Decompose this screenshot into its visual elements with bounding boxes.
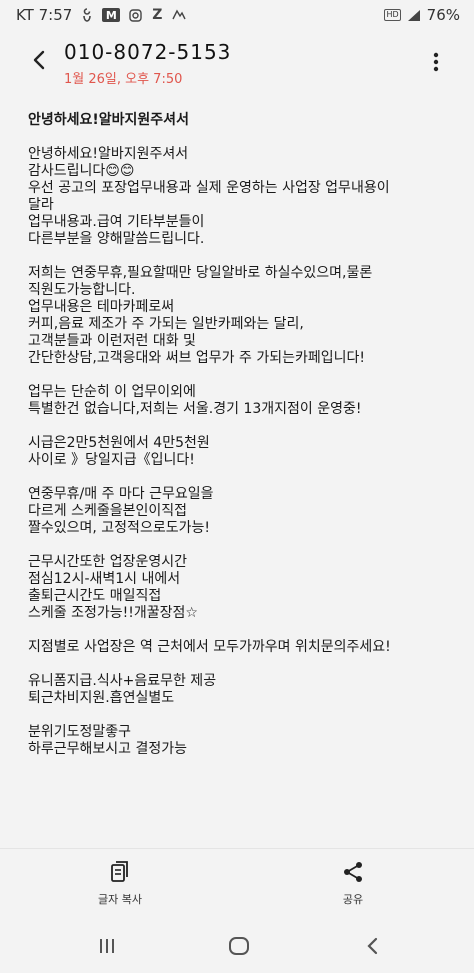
message-line: 출퇴근시간도 매일직접 [28,588,162,604]
back-button[interactable] [26,46,54,74]
message-line: 특별한건 없습니다,저희는 서울.경기 13개지점이 운영중! [28,401,362,417]
share-icon [344,862,362,882]
message-line: 다르게 스케줄을본인이직접 [28,503,188,519]
message-line [28,537,448,554]
message-date: 1월 26일, 오후 7:50 [64,72,183,87]
message-line: 스케줄 조정가능!!개꿀장점☆ [28,605,198,621]
instagram-icon [128,8,142,22]
mail-m-icon: M [102,8,121,22]
message-line: 간단한상담,고객응대와 써브 업무가 주 가되는카페입니다! [28,350,365,366]
battery-percent: 76% [426,6,460,24]
message-line: 커피,음료 제조가 주 가되는 일반카페와는 달리, [28,316,304,332]
message-line: 점심12시-새벽1시 내에서 [28,571,181,587]
message-line: 하루근무해보시고 결정가능 [28,741,188,757]
message-body: 안녕하세요!알바지원주셔서 안녕하세요!알바지원주셔서 감사드립니다😊😊 우선 공고… [28,112,448,758]
message-line: 업무내용과.급여 기타부분들이 [28,214,205,230]
status-right: HD 76% [384,6,460,24]
message-line: 근무시간또한 업장운영시간 [28,554,188,570]
message-line: 짤수있으며, 고정적으로도가능! [28,520,210,536]
message-line: 다른부분을 양해말씀드립니다. [28,231,205,247]
message-line: 시급은2만5천원에서 4만5천원 [28,435,210,451]
message-line: 퇴근차비지원.흡연실별도 [28,690,175,706]
message-subject: 안녕하세요!알바지원주셔서 [28,112,189,128]
message-line: 업무는 단순히 이 업무이외에 [28,384,196,400]
notification-icon [80,8,94,22]
status-bar: KT 7:57 M Z HD 76% [0,0,474,30]
message-lines: 안녕하세요!알바지원주셔서 감사드립니다😊😊 우선 공고의 포장업무내용과 실제 운… [28,146,448,758]
nav-back-icon[interactable] [358,932,388,960]
copy-text-label: 글자 복사 [98,893,142,906]
system-nav-bar [0,918,474,973]
message-line [28,707,448,724]
message-line: 연중무휴/매 주 마다 근무요일을 [28,486,214,502]
share-label: 공유 [342,893,364,906]
copy-icon [111,861,128,882]
contact-number: 010-8072-5153 [64,40,232,64]
more-options-icon[interactable] [426,50,446,74]
message-header: 010-8072-5153 1월 26일, 오후 7:50 [0,30,474,102]
signal-icon [407,8,421,22]
message-line: 분위기도정말좋구 [28,724,132,740]
message-line: 지점별로 사업장은 역 근처에서 모두가까우며 위치문의주세요! [28,639,391,655]
z-app-icon: Z [152,7,163,23]
message-line: 사이로 》당일지급《입니다! [28,452,195,468]
home-icon[interactable] [224,932,254,960]
carrier-time: KT 7:57 [16,6,73,24]
status-left: KT 7:57 M Z [16,6,186,24]
share-button[interactable]: 공유 [308,861,398,907]
copy-text-button[interactable]: 글자 복사 [75,861,165,907]
message-line: 유니폼지급.식사+음료무한 제공 [28,673,217,689]
message-line: 업무내용은 테마카페로써 [28,299,175,315]
message-line: 저희는 연중무휴,필요할때만 당일알바로 하실수있으며,물론 [28,265,373,281]
hd-icon: HD [384,9,401,21]
message-line [28,248,448,265]
message-line: 우선 공고의 포장업무내용과 실제 운영하는 사업장 업무내용이 [28,180,390,196]
app-notification-icon [172,8,186,22]
message-line [28,367,448,384]
message-line [28,622,448,639]
message-line: 감사드립니다😊😊 [28,163,135,179]
message-line: 고객분들과 이런저런 대화 및 [28,333,196,349]
action-bar: 글자 복사 공유 [0,848,474,913]
message-line: 직원도가능합니다. [28,282,136,298]
recent-apps-icon[interactable] [92,932,122,960]
message-line: 안녕하세요!알바지원주셔서 [28,146,189,162]
message-line [28,469,448,486]
message-line [28,656,448,673]
message-line: 달라 [28,197,54,213]
message-line [28,418,448,435]
